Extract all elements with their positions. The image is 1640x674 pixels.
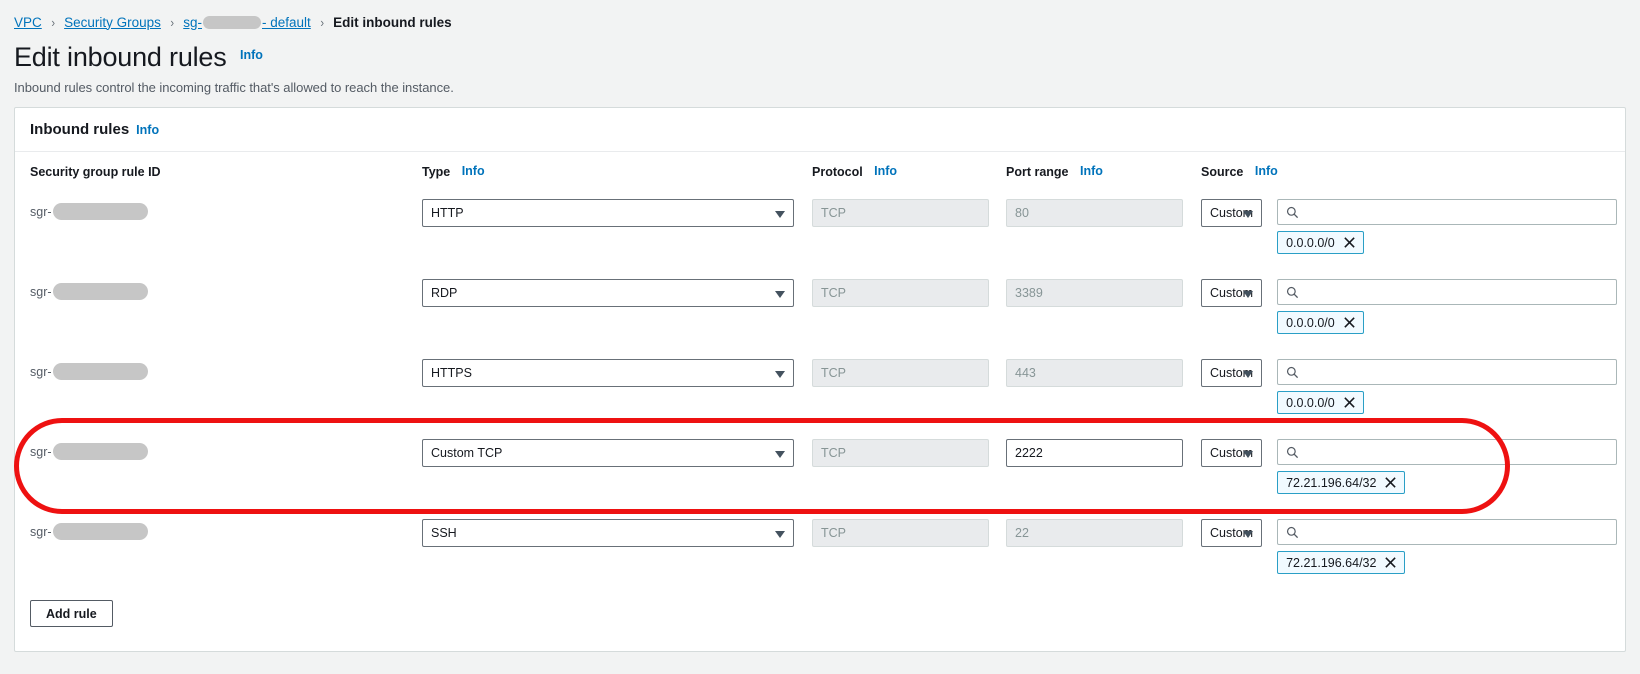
- port-range-input[interactable]: 2222: [1006, 439, 1183, 467]
- source-search-input[interactable]: [1277, 519, 1617, 545]
- protocol-input: TCP: [812, 439, 989, 467]
- edit-inbound-rules-page: VPC › Security Groups › sg- - default › …: [0, 0, 1640, 674]
- breadcrumb-item-vpc[interactable]: VPC: [14, 15, 42, 30]
- security-group-rule-id: sgr-: [30, 512, 422, 540]
- search-icon: [1286, 526, 1299, 539]
- chevron-down-icon: [775, 451, 785, 458]
- protocol-input: TCP: [812, 359, 989, 387]
- column-header-source: Source Info: [1201, 163, 1601, 181]
- card-info-link[interactable]: Info: [136, 123, 159, 137]
- port-range-input: 3389: [1006, 279, 1183, 307]
- breadcrumb-separator: ›: [170, 15, 174, 30]
- breadcrumb-item-security-group[interactable]: sg- - default: [183, 15, 311, 30]
- redacted-rule-id: [53, 203, 148, 220]
- add-rule-button[interactable]: Add rule: [30, 600, 113, 627]
- breadcrumb-item-current: Edit inbound rules: [333, 15, 452, 30]
- source-info-link[interactable]: Info: [1255, 164, 1278, 178]
- source-tag[interactable]: 72.21.196.64/32: [1277, 551, 1405, 574]
- chevron-down-icon: [1243, 291, 1253, 298]
- close-icon[interactable]: [1384, 556, 1397, 569]
- chevron-down-icon: [775, 371, 785, 378]
- source-search-input[interactable]: [1277, 279, 1617, 305]
- table-row: sgr- HTTP TCP 80: [30, 192, 1625, 272]
- table-row-highlighted: sgr- Custom TCP TCP 2222: [30, 432, 1625, 512]
- port-range-input: 22: [1006, 519, 1183, 547]
- source-tag[interactable]: 72.21.196.64/32: [1277, 471, 1405, 494]
- search-icon: [1286, 366, 1299, 379]
- protocol-input: TCP: [812, 519, 989, 547]
- redacted-rule-id: [53, 523, 148, 540]
- search-icon: [1286, 286, 1299, 299]
- source-type-select[interactable]: Custom: [1201, 279, 1262, 307]
- close-icon[interactable]: [1384, 476, 1397, 489]
- chevron-down-icon: [1243, 211, 1253, 218]
- search-icon: [1286, 446, 1299, 459]
- page-info-link[interactable]: Info: [240, 48, 263, 62]
- type-select[interactable]: SSH: [422, 519, 794, 547]
- chevron-down-icon: [1243, 531, 1253, 538]
- type-select[interactable]: Custom TCP: [422, 439, 794, 467]
- protocol-input: TCP: [812, 279, 989, 307]
- breadcrumb-sg-suffix: - default: [262, 15, 311, 30]
- type-info-link[interactable]: Info: [462, 164, 485, 178]
- redacted-rule-id: [53, 443, 148, 460]
- rules-list: sgr- HTTP TCP 80: [15, 192, 1625, 588]
- source-tag[interactable]: 0.0.0.0/0: [1277, 231, 1364, 254]
- breadcrumb-separator: ›: [320, 15, 324, 30]
- security-group-rule-id: sgr-: [30, 352, 422, 380]
- breadcrumb-sg-prefix: sg-: [183, 15, 202, 30]
- column-header-type: Type Info: [422, 163, 812, 181]
- table-header-row: Security group rule ID Type Info Protoco…: [15, 152, 1625, 192]
- add-rule-container: Add rule: [15, 588, 1625, 627]
- port-range-info-link[interactable]: Info: [1080, 164, 1103, 178]
- chevron-down-icon: [1243, 451, 1253, 458]
- chevron-down-icon: [1243, 371, 1253, 378]
- breadcrumb: VPC › Security Groups › sg- - default › …: [0, 0, 1640, 34]
- chevron-down-icon: [775, 211, 785, 218]
- card-header: Inbound rules Info: [15, 108, 1625, 152]
- inbound-rules-card: Inbound rules Info Security group rule I…: [14, 107, 1626, 652]
- close-icon[interactable]: [1343, 236, 1356, 249]
- card-title: Inbound rules: [30, 121, 129, 138]
- chevron-down-icon: [775, 531, 785, 538]
- column-header-rule-id: Security group rule ID: [30, 163, 422, 181]
- breadcrumb-separator: ›: [51, 15, 55, 30]
- security-group-rule-id: sgr-: [30, 432, 422, 460]
- table-row: sgr- HTTPS TCP 443: [30, 352, 1625, 432]
- table-row: sgr- SSH TCP 22: [30, 512, 1625, 588]
- source-tag[interactable]: 0.0.0.0/0: [1277, 311, 1364, 334]
- source-tag[interactable]: 0.0.0.0/0: [1277, 391, 1364, 414]
- source-search-input[interactable]: [1277, 359, 1617, 385]
- page-description: Inbound rules control the incoming traff…: [14, 80, 1640, 95]
- type-select[interactable]: HTTP: [422, 199, 794, 227]
- protocol-input: TCP: [812, 199, 989, 227]
- chevron-down-icon: [775, 291, 785, 298]
- security-group-rule-id: sgr-: [30, 192, 422, 220]
- type-select[interactable]: RDP: [422, 279, 794, 307]
- port-range-input: 80: [1006, 199, 1183, 227]
- security-group-rule-id: sgr-: [30, 272, 422, 300]
- column-header-protocol: Protocol Info: [812, 163, 1006, 181]
- redacted-sg-id: [203, 16, 261, 29]
- source-type-select[interactable]: Custom: [1201, 439, 1262, 467]
- type-select[interactable]: HTTPS: [422, 359, 794, 387]
- source-type-select[interactable]: Custom: [1201, 359, 1262, 387]
- source-search-input[interactable]: [1277, 439, 1617, 465]
- port-range-input: 443: [1006, 359, 1183, 387]
- redacted-rule-id: [53, 283, 148, 300]
- page-title: Edit inbound rules: [14, 42, 227, 73]
- source-type-select[interactable]: Custom: [1201, 519, 1262, 547]
- close-icon[interactable]: [1343, 396, 1356, 409]
- page-header: Edit inbound rules Info Inbound rules co…: [0, 34, 1640, 95]
- close-icon[interactable]: [1343, 316, 1356, 329]
- table-row: sgr- RDP TCP 3389: [30, 272, 1625, 352]
- redacted-rule-id: [53, 363, 148, 380]
- source-search-input[interactable]: [1277, 199, 1617, 225]
- search-icon: [1286, 206, 1299, 219]
- source-type-select[interactable]: Custom: [1201, 199, 1262, 227]
- breadcrumb-item-security-groups[interactable]: Security Groups: [64, 15, 161, 30]
- column-header-port-range: Port range Info: [1006, 163, 1201, 181]
- protocol-info-link[interactable]: Info: [874, 164, 897, 178]
